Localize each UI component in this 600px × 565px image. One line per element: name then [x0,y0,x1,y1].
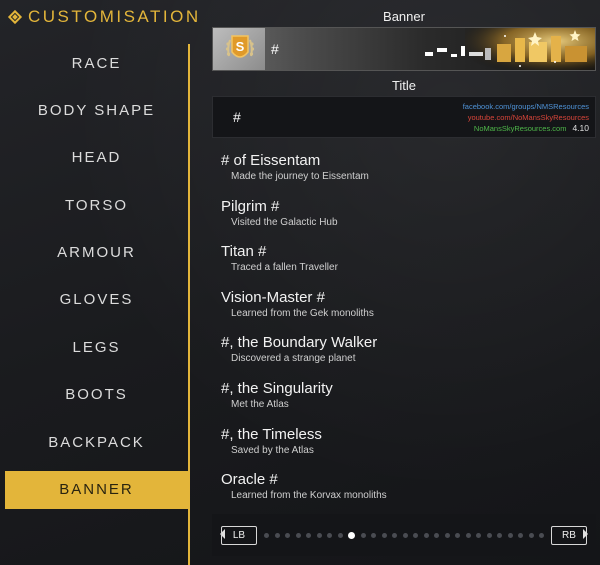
page-dot[interactable] [306,532,311,538]
diamond-icon [7,9,23,25]
prev-page-button[interactable]: LB [221,526,257,545]
page-title: CUSTOMISATION [28,7,201,26]
title-preview: # facebook.com/groups/NMSResources youtu… [212,96,596,138]
title-option-oracle[interactable]: Oracle # Learned from the Korvax monolit… [212,465,596,511]
banner-preview[interactable]: S # [212,27,596,71]
nav-item-armour[interactable]: ARMOUR [5,234,188,272]
page-dot[interactable] [274,532,280,538]
banner-artwork [425,28,595,70]
watermark-website: NoMansSkyResources.com [473,124,567,133]
page-navigator: LB RB [212,514,596,556]
page-dot[interactable] [486,532,492,538]
page-dot[interactable] [264,532,269,538]
title-option-name: Pilgrim # [221,197,280,215]
nav-item-banner[interactable]: BANNER [5,470,188,509]
page-dot[interactable] [423,532,429,538]
watermark-facebook: facebook.com/groups/NMSResources [462,102,589,111]
page-dot[interactable] [295,532,301,538]
title-player-name: # [233,109,241,125]
page-dot[interactable] [381,532,387,538]
page-dots [264,531,544,539]
banner-section-label: Banner [383,9,425,24]
title-option-eissentam[interactable]: # of Eissentam Made the journey to Eisse… [212,146,596,192]
title-option-desc: Discovered a strange planet [231,353,356,365]
title-option-desc: Met the Atlas [231,398,289,410]
nav-item-head[interactable]: HEAD [5,139,188,177]
page-dot[interactable] [455,532,460,538]
page-dot-current[interactable] [348,531,355,539]
title-option-desc: Learned from the Gek monoliths [231,307,374,319]
title-option-singularity[interactable]: #, the Singularity Met the Atlas [212,374,596,420]
page-dot[interactable] [402,532,408,538]
page-dot[interactable] [539,532,544,538]
page-dot[interactable] [434,532,439,538]
title-option-name: #, the Timeless [221,425,322,443]
title-option-desc: Traced a fallen Traveller [231,262,338,274]
badge-letter: S [236,39,245,54]
page-dot[interactable] [337,532,343,538]
page-dot[interactable] [392,532,397,538]
page-dot[interactable] [528,532,534,538]
banner-player-name: # [271,41,279,57]
page-dot[interactable] [476,532,481,538]
title-list: # of Eissentam Made the journey to Eisse… [212,146,596,511]
title-option-name: Titan # [221,243,267,261]
laurel-badge-icon: S [225,35,255,58]
page-dot[interactable] [465,532,471,538]
title-option-desc: Made the journey to Eissentam [231,171,369,182]
nav-item-torso[interactable]: TORSO [5,186,188,224]
nav-divider [188,44,190,565]
watermark-version: 4.10 [572,123,589,133]
page-dot[interactable] [327,532,332,538]
chevron-right-icon[interactable] [583,529,588,539]
nav-item-backpack[interactable]: BACKPACK [5,423,188,461]
title-option-desc: Learned from the Korvax monoliths [231,490,387,502]
title-option-titan[interactable]: Titan # Traced a fallen Traveller [212,237,596,283]
title-option-desc: Saved by the Atlas [231,444,314,456]
page-dot[interactable] [507,532,513,538]
title-option-boundary-walker[interactable]: #, the Boundary Walker Discovered a stra… [212,328,596,374]
title-option-timeless[interactable]: #, the Timeless Saved by the Atlas [212,420,596,466]
title-option-name: Oracle # [221,471,278,489]
title-section-label: Title [391,78,417,93]
nav-item-legs[interactable]: LEGS [5,328,188,366]
nav-item-body-shape[interactable]: BODY SHAPE [5,91,188,129]
title-option-desc: Visited the Galactic Hub [231,216,338,228]
nav-item-race[interactable]: RACE [5,44,188,82]
page-header: CUSTOMISATION [7,6,201,28]
nav-item-boots[interactable]: BOOTS [5,376,188,414]
category-nav: RACE BODY SHAPE HEAD TORSO ARMOUR GLOVES… [5,44,188,518]
watermark-youtube: youtube.com/NoMansSkyResources [467,113,589,122]
title-option-name: Vision-Master # [221,288,325,306]
nav-item-gloves[interactable]: GLOVES [5,281,188,319]
title-option-name: #, the Boundary Walker [221,334,378,352]
page-dot[interactable] [497,532,502,538]
title-option-vision-master[interactable]: Vision-Master # Learned from the Gek mon… [212,283,596,329]
title-option-name: # of Eissentam [221,152,321,169]
page-dot[interactable] [518,532,523,538]
next-page-button[interactable]: RB [551,526,587,545]
title-option-name: #, the Singularity [221,379,333,397]
page-dot[interactable] [285,532,290,538]
title-option-pilgrim[interactable]: Pilgrim # Visited the Galactic Hub [212,192,596,238]
page-dot[interactable] [371,532,376,538]
page-dot[interactable] [360,532,366,538]
page-dot[interactable] [413,532,418,538]
page-dot[interactable] [316,532,322,538]
page-dot[interactable] [444,532,450,538]
watermark: facebook.com/groups/NMSResources youtube… [463,101,589,134]
